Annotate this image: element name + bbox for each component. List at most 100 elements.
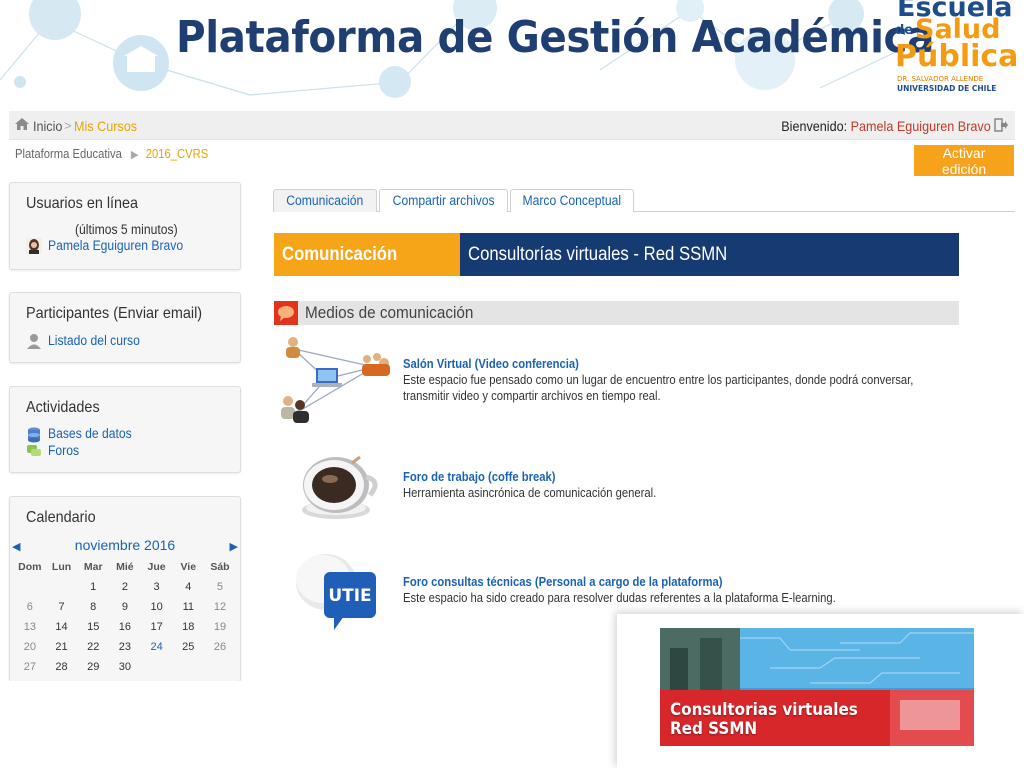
calendar-day[interactable]: 9	[109, 597, 141, 617]
resource-description: Este espacio ha sido creado para resolve…	[403, 591, 836, 605]
nav-separator: >	[64, 118, 72, 133]
media-heading: Medios de comunicación	[274, 301, 959, 325]
calendar-empty-cell	[141, 657, 173, 677]
resource-text: Foro de trabajo (coffe break) Herramient…	[403, 469, 973, 501]
resource-description: Herramienta asincrónica de comunicación …	[403, 486, 657, 500]
user-avatar-icon	[26, 238, 42, 254]
coffee-cup-icon	[302, 455, 378, 519]
utie-speech-bubble-icon: UTIE	[296, 554, 376, 630]
resource-title-link[interactable]: Foro consultas técnicas (Personal a carg…	[403, 574, 916, 590]
calendar-day[interactable]: 11	[172, 597, 204, 617]
tab-comunicacion[interactable]: Comunicación	[273, 189, 377, 212]
welcome-label: Bienvenido:	[781, 118, 848, 134]
calendar-day[interactable]: 2	[109, 577, 141, 597]
calendar-title: Calendario	[26, 509, 96, 526]
media-heading-text: Medios de comunicación	[305, 303, 474, 322]
resource-text: Foro consultas técnicas (Personal a carg…	[403, 574, 973, 606]
logo-text-uchile: UNIVERSIDAD DE CHILE	[897, 84, 997, 93]
resource-coffee-forum[interactable]: Foro de trabajo (coffe break) Herramient…	[274, 455, 974, 525]
calendar-day[interactable]: 7	[46, 597, 78, 617]
forum-icon	[27, 445, 41, 456]
online-users-title: Usuarios en línea	[26, 195, 139, 212]
participants-title: Participantes (Enviar email)	[26, 305, 203, 322]
calendar-day[interactable]: 25	[172, 637, 204, 657]
calendar-weekday-label: Mar	[83, 561, 103, 573]
nav-my-courses-link[interactable]: Mis Cursos	[74, 118, 137, 134]
popup-caption: Consultorias virtuales Red SSMN	[670, 700, 858, 738]
calendar-day[interactable]: 24	[141, 637, 173, 657]
page-bottom-area	[0, 681, 617, 768]
consultorias-popup[interactable]: Consultorias virtuales Red SSMN	[617, 614, 1024, 768]
calendar-day[interactable]: 1	[77, 577, 109, 597]
home-icon[interactable]	[14, 117, 30, 131]
logo-text-allende: DR. SALVADOR ALLENDE	[897, 75, 984, 83]
calendar-day[interactable]: 23	[109, 637, 141, 657]
calendar-day[interactable]: 30	[109, 657, 141, 677]
calendar-day[interactable]: 12	[204, 597, 236, 617]
tab-compartir-archivos[interactable]: Compartir archivos	[379, 189, 508, 212]
calendar-weekday-label: Vie	[180, 561, 197, 573]
calendar-grid: Dom Lun Mar Mié Jue Vie Sáb 1 2 3 4 5 6 7 8 9 10 11 12 13 14…	[14, 557, 236, 677]
current-user-link[interactable]: Pamela Eguiguren Bravo	[851, 118, 991, 134]
top-nav-bar: Inicio > Mis Cursos Bienvenido: Pamela E…	[9, 111, 1015, 140]
calendar-day[interactable]: 18	[172, 617, 204, 637]
calendar-day[interactable]: 21	[46, 637, 78, 657]
logo-text-publica: Pública	[895, 39, 1019, 74]
nav-home-link[interactable]: Inicio	[33, 118, 62, 134]
tab-label: Marco Conceptual	[522, 193, 622, 208]
course-list-link[interactable]: Listado del curso	[48, 333, 140, 348]
calendar-week-row: 20 21 22 23 24 25 26	[14, 637, 236, 657]
activity-databases-link[interactable]: Bases de datos	[48, 426, 132, 441]
calendar-day[interactable]: 13	[14, 617, 46, 637]
calendar-empty-cell	[172, 657, 204, 677]
chat-bubble-icon	[274, 301, 298, 325]
resource-title-link[interactable]: Foro de trabajo (coffe break)	[403, 469, 916, 485]
calendar-day[interactable]: 15	[77, 617, 109, 637]
calendar-day[interactable]: 20	[14, 637, 46, 657]
calendar-month-link[interactable]: noviembre 2016	[10, 537, 240, 553]
calendar-day[interactable]: 29	[77, 657, 109, 677]
people-icon	[27, 334, 41, 349]
tab-label: Compartir archivos	[392, 193, 495, 208]
calendar-day[interactable]: 5	[204, 577, 236, 597]
calendar-day[interactable]: 4	[172, 577, 204, 597]
calendar-day[interactable]: 3	[141, 577, 173, 597]
breadcrumb-arrow-icon: ▶	[130, 149, 139, 161]
video-conference-icon	[281, 337, 390, 423]
resource-title-link[interactable]: Salón Virtual (Video conferencia)	[403, 356, 916, 372]
calendar-day[interactable]: 17	[141, 617, 173, 637]
enable-editing-button[interactable]: Activar edición	[914, 145, 1014, 177]
logout-icon[interactable]	[994, 118, 1008, 132]
calendar-empty-cell	[46, 577, 78, 597]
calendar-day[interactable]: 28	[46, 657, 78, 677]
calendar-empty-cell	[14, 577, 46, 597]
calendar-day[interactable]: 6	[14, 597, 46, 617]
calendar-day[interactable]: 19	[204, 617, 236, 637]
calendar-week-row: 6 7 8 9 10 11 12	[14, 597, 236, 617]
activity-forums-link[interactable]: Foros	[48, 443, 79, 458]
calendar-day[interactable]: 16	[109, 617, 141, 637]
school-logo[interactable]: Escuela de Salud Pública DR. SALVADOR AL…	[893, 0, 1018, 96]
popup-caption-line2: Red SSMN	[670, 719, 758, 738]
calendar-day[interactable]: 26	[204, 637, 236, 657]
online-users-timespan: (últimos 5 minutos)	[75, 222, 178, 237]
resource-virtual-room[interactable]: Salón Virtual (Video conferencia) Este e…	[274, 335, 974, 430]
calendar-day[interactable]: 27	[14, 657, 46, 677]
tab-marco-conceptual[interactable]: Marco Conceptual	[510, 189, 634, 212]
consultorias-banner-image[interactable]: Consultorias virtuales Red SSMN	[660, 628, 974, 746]
site-banner: Plataforma de Gestión Académica Escuela …	[0, 0, 1024, 102]
calendar-day[interactable]: 8	[77, 597, 109, 617]
calendar-weekday-row: Dom Lun Mar Mié Jue Vie Sáb	[14, 557, 236, 577]
calendar-day[interactable]: 22	[77, 637, 109, 657]
resource-description: Este espacio fue pensado como un lugar d…	[403, 373, 914, 403]
logo-text-de: de	[895, 23, 914, 38]
breadcrumb-root-link[interactable]: Plataforma Educativa	[15, 147, 122, 161]
tab-label: Comunicación	[286, 193, 364, 208]
calendar-week-row: 13 14 15 16 17 18 19	[14, 617, 236, 637]
breadcrumb-course-link[interactable]: 2016_CVRS	[146, 147, 209, 161]
calendar-day[interactable]: 14	[46, 617, 78, 637]
welcome-message: Bienvenido: Pamela Eguiguren Bravo	[782, 118, 991, 134]
calendar-day[interactable]: 10	[141, 597, 173, 617]
online-user-link[interactable]: Pamela Eguiguren Bravo	[48, 238, 183, 253]
calendar-next-month-icon[interactable]: ▶	[230, 540, 238, 553]
